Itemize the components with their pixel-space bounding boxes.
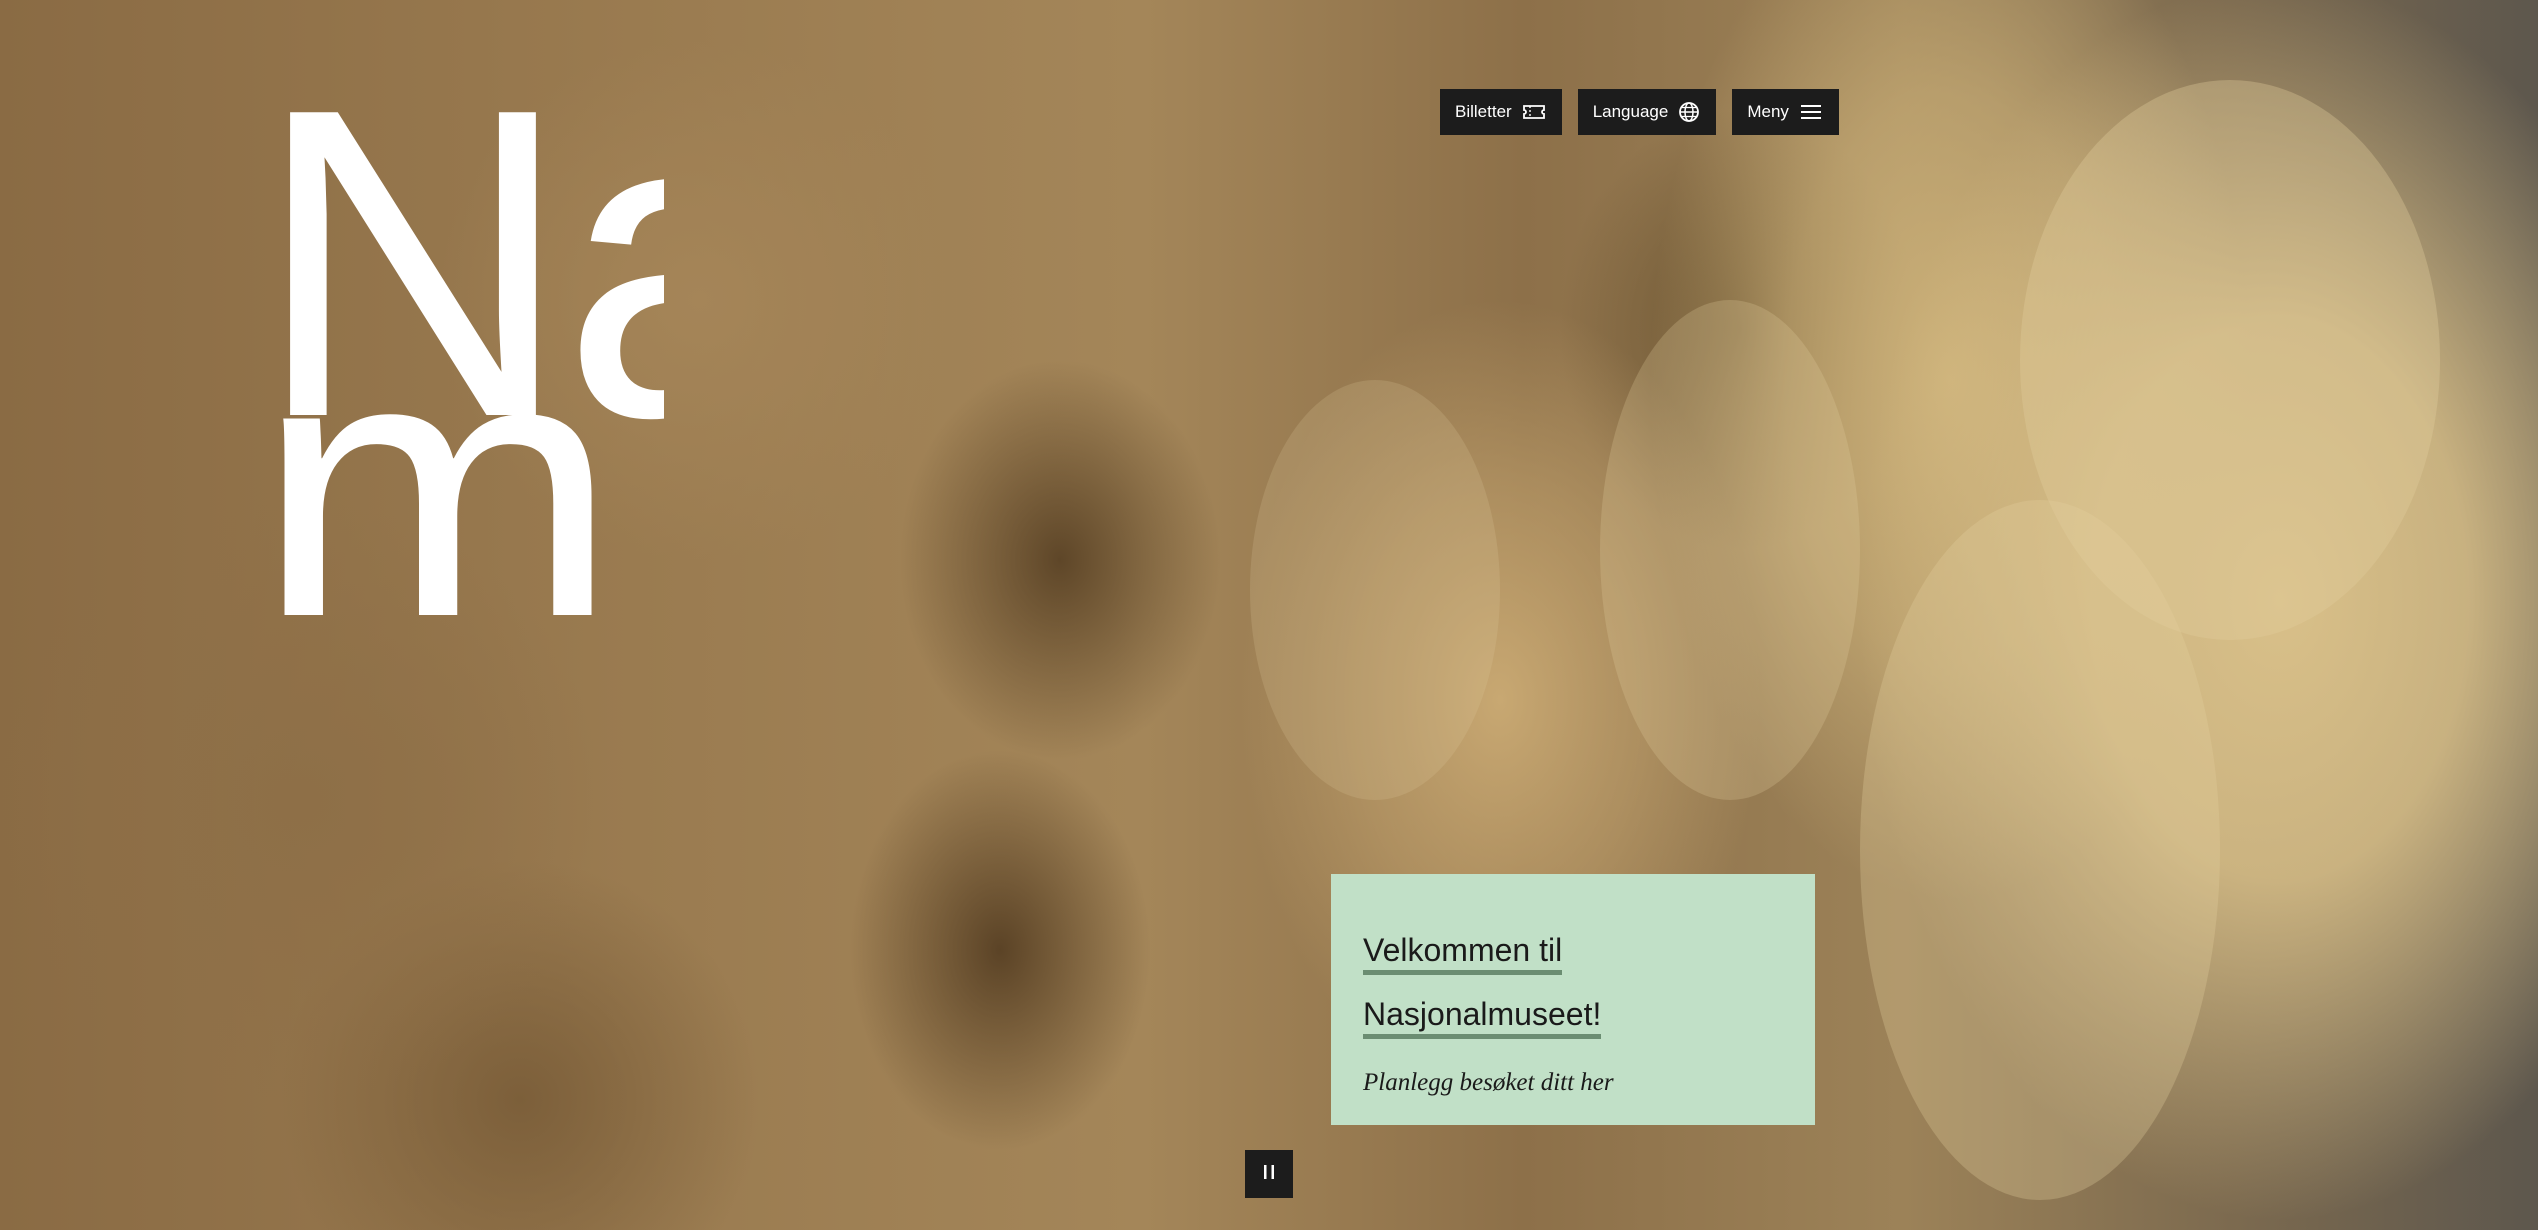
tickets-button[interactable]: Billetter [1440,89,1562,135]
top-navigation: Billetter Language Meny [1440,89,1839,135]
welcome-card: Velkommen til Nasjonalmuseet! Planlegg b… [1331,874,1815,1125]
tickets-label: Billetter [1455,102,1512,121]
language-button[interactable]: Language [1577,89,1717,135]
logo-line-2: m [254,254,621,616]
welcome-title-line-2: Nasjonalmuseet! [1363,996,1602,1039]
pause-icon [1261,1163,1277,1186]
video-pause-button[interactable] [1245,1150,1293,1198]
welcome-title-line-1: Velkommen til [1363,932,1563,975]
hero-video-background: Na m Billetter Language [0,0,2538,1230]
menu-button[interactable]: Meny [1732,89,1839,135]
welcome-title[interactable]: Velkommen til Nasjonalmuseet! [1363,918,1783,1046]
background-skull-shape [1860,500,2220,1200]
language-label: Language [1592,102,1669,121]
ticket-icon [1522,103,1546,121]
background-skull-shape [1250,380,1500,800]
globe-icon [1678,101,1700,123]
menu-label: Meny [1747,102,1789,121]
plan-visit-link[interactable]: Planlegg besøket ditt her [1363,1069,1783,1097]
hamburger-icon [1799,103,1823,121]
background-skull-shape [1600,300,1860,800]
museum-logo[interactable]: Na m [254,90,664,615]
